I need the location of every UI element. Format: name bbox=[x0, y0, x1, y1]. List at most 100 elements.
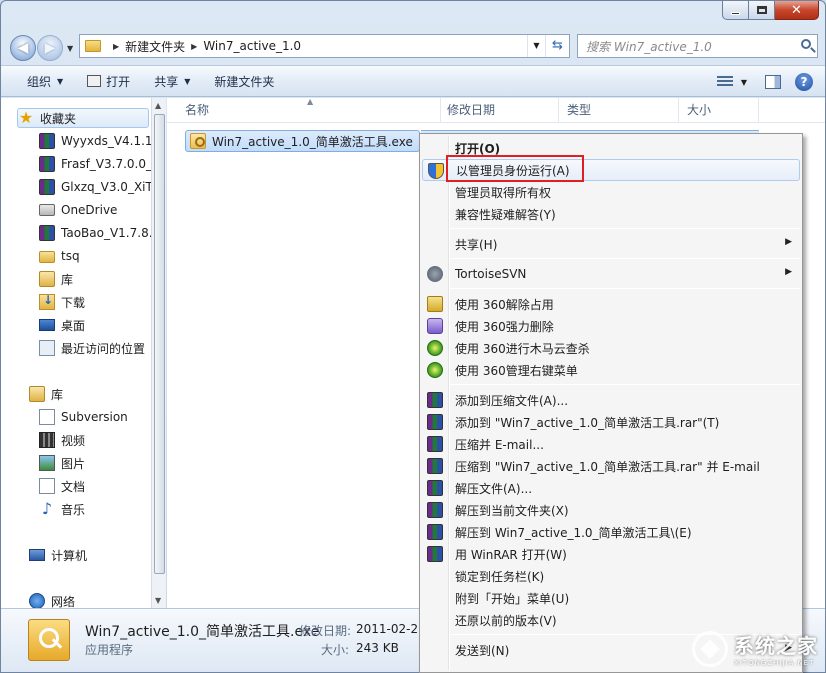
breadcrumb-current[interactable]: Win7_active_1.0 bbox=[203, 39, 301, 53]
menu-compress-rar-email[interactable]: 压缩到 "Win7_active_1.0_简单激活工具.rar" 并 E-mai… bbox=[422, 455, 800, 477]
column-type[interactable]: 类型 bbox=[559, 98, 679, 123]
nav-item-recent[interactable]: 最近访问的位置 bbox=[39, 338, 145, 358]
menu-open-winrar[interactable]: 用 WinRAR 打开(W) bbox=[422, 543, 800, 565]
menu-take-ownership[interactable]: 管理员取得所有权 bbox=[422, 181, 800, 203]
menu-extract-to[interactable]: 解压到 Win7_active_1.0_简单激活工具\(E) bbox=[422, 521, 800, 543]
organize-button[interactable]: 组织 ▼ bbox=[15, 69, 75, 93]
star-icon: ★ bbox=[18, 108, 34, 127]
nav-item-taobao[interactable]: TaoBao_V1.7.8. bbox=[39, 223, 151, 243]
share-button[interactable]: 共享 ▼ bbox=[142, 69, 202, 93]
chevron-down-icon: ▼ bbox=[57, 76, 64, 86]
menu-360-delete[interactable]: 使用 360强力删除 bbox=[422, 315, 800, 337]
breadcrumb-separator-icon[interactable]: ▶ bbox=[113, 42, 119, 51]
scroll-up-icon[interactable]: ▲ bbox=[155, 101, 161, 110]
nav-label: 网络 bbox=[51, 594, 76, 609]
menu-add-archive[interactable]: 添加到压缩文件(A)... bbox=[422, 389, 800, 411]
refresh-button[interactable]: ⇆ bbox=[545, 35, 569, 57]
view-options-icon[interactable] bbox=[716, 76, 733, 88]
library-icon bbox=[39, 271, 55, 287]
watermark: 系统之家 XITONGZHIJIA.NET bbox=[692, 630, 818, 667]
menu-compress-email[interactable]: 压缩并 E-mail... bbox=[422, 433, 800, 455]
address-dropdown-icon[interactable]: ▼ bbox=[527, 35, 545, 57]
menu-pin-taskbar[interactable]: 锁定到任务栏(K) bbox=[422, 565, 800, 587]
nav-item-pictures[interactable]: 图片 bbox=[39, 453, 85, 473]
menu-troubleshoot[interactable]: 兼容性疑难解答(Y) bbox=[422, 203, 800, 225]
nav-item-downloads[interactable]: 下载 bbox=[39, 292, 85, 312]
nav-item-glxzq[interactable]: Glxzq_V3.0_XiTo bbox=[39, 177, 151, 197]
recent-pages-dropdown[interactable]: ▼ bbox=[67, 44, 73, 53]
open-button[interactable]: 打开 bbox=[75, 69, 142, 93]
nav-computer[interactable]: 计算机 bbox=[29, 545, 87, 565]
close-button[interactable]: ✕ bbox=[775, 1, 819, 20]
nav-item-library[interactable]: 库 bbox=[39, 269, 73, 289]
nav-item-onedrive[interactable]: OneDrive bbox=[39, 200, 117, 220]
menu-restore-versions[interactable]: 还原以前的版本(V) bbox=[422, 609, 800, 631]
caption-buttons: ✕ bbox=[722, 1, 819, 20]
nav-item-music[interactable]: ♪ 音乐 bbox=[39, 499, 85, 519]
menu-tortoisesvn[interactable]: TortoiseSVN ▶ bbox=[422, 263, 800, 285]
search-input[interactable]: 搜索 Win7_active_1.0 bbox=[577, 34, 818, 58]
nav-item-desktop[interactable]: 桌面 bbox=[39, 315, 85, 335]
view-dropdown-icon[interactable]: ▼ bbox=[741, 78, 747, 87]
menu-extract[interactable]: 解压文件(A)... bbox=[422, 477, 800, 499]
maximize-button[interactable] bbox=[749, 1, 775, 20]
menu-label: 解压文件(A)... bbox=[455, 481, 533, 496]
menu-open[interactable]: 打开(O) bbox=[422, 137, 800, 159]
search-icon[interactable] bbox=[801, 39, 811, 49]
menu-add-rar[interactable]: 添加到 "Win7_active_1.0_简单激活工具.rar"(T) bbox=[422, 411, 800, 433]
preview-pane-icon[interactable] bbox=[765, 75, 781, 89]
details-modified-label: 修改日期: bbox=[299, 624, 352, 638]
menu-label: 共享(H) bbox=[455, 237, 498, 252]
breadcrumb-separator-icon[interactable]: ▶ bbox=[191, 42, 197, 51]
folder-icon bbox=[39, 251, 55, 263]
menu-label: 解压到当前文件夹(X) bbox=[455, 503, 569, 518]
forward-button[interactable]: ▶ bbox=[37, 35, 63, 61]
nav-label: 图片 bbox=[61, 456, 86, 471]
nav-item-videos[interactable]: 视频 bbox=[39, 430, 85, 450]
menu-pin-start[interactable]: 附到「开始」菜单(U) bbox=[422, 587, 800, 609]
breadcrumb-new-folder[interactable]: 新建文件夹 bbox=[125, 38, 185, 55]
menu-label: 使用 360强力删除 bbox=[455, 319, 554, 334]
new-folder-button[interactable]: 新建文件夹 bbox=[202, 69, 286, 93]
column-size[interactable]: 大小 bbox=[679, 98, 759, 123]
winrar-icon bbox=[39, 179, 55, 195]
context-menu: 打开(O) 以管理员身份运行(A) 管理员取得所有权 兼容性疑难解答(Y) 共享… bbox=[419, 133, 803, 673]
nav-item-tsq[interactable]: tsq bbox=[39, 246, 80, 266]
menu-label: 附到「开始」菜单(U) bbox=[455, 591, 570, 606]
nav-item-documents[interactable]: 文档 bbox=[39, 476, 85, 496]
nav-item-subversion[interactable]: Subversion bbox=[39, 407, 128, 427]
file-row[interactable]: Win7_active_1.0_简单激活工具.exe bbox=[185, 130, 759, 154]
help-icon[interactable]: ? bbox=[795, 73, 813, 91]
nav-network[interactable]: 网络 bbox=[29, 591, 75, 608]
minimize-icon bbox=[731, 11, 740, 15]
nav-label: 视频 bbox=[61, 433, 86, 448]
nav-scrollbar[interactable]: ▲ ▼ bbox=[151, 98, 166, 608]
menu-360-scan[interactable]: 使用 360进行木马云查杀 bbox=[422, 337, 800, 359]
forward-arrow-icon: ▶ bbox=[44, 40, 56, 56]
navigation-pane: ★ 收藏夹 Wyyxds_V4.1.1.1 Frasf_V3.7.0.0_X Gl… bbox=[1, 98, 151, 608]
address-bar[interactable]: ▶ 新建文件夹 ▶ Win7_active_1.0 ▼ ⇆ bbox=[79, 34, 570, 58]
scroll-thumb[interactable] bbox=[154, 114, 165, 574]
menu-extract-here[interactable]: 解压到当前文件夹(X) bbox=[422, 499, 800, 521]
breadcrumb: ▶ 新建文件夹 ▶ Win7_active_1.0 bbox=[107, 38, 301, 55]
menu-label: 兼容性疑难解答(Y) bbox=[455, 207, 556, 222]
back-arrow-icon: ◀ bbox=[17, 40, 29, 56]
video-icon bbox=[39, 432, 55, 448]
menu-360-unlock[interactable]: 使用 360解除占用 bbox=[422, 293, 800, 315]
winrar-icon bbox=[39, 133, 55, 149]
nav-favorites[interactable]: ★ 收藏夹 bbox=[17, 108, 149, 128]
details-file-name: Win7_active_1.0_简单激活工具.exe bbox=[85, 624, 320, 640]
watermark-subtext: XITONGZHIJIA.NET bbox=[734, 659, 815, 667]
nav-item-wyyxds[interactable]: Wyyxds_V4.1.1.1 bbox=[39, 131, 151, 151]
scroll-down-icon[interactable]: ▼ bbox=[155, 596, 161, 605]
nav-libraries[interactable]: 库 bbox=[29, 384, 63, 404]
menu-360-manage[interactable]: 使用 360管理右键菜单 bbox=[422, 359, 800, 381]
menu-run-as-admin[interactable]: 以管理员身份运行(A) bbox=[422, 159, 800, 181]
column-modified[interactable]: 修改日期 bbox=[439, 98, 559, 123]
share-label: 共享 bbox=[154, 74, 179, 89]
column-name[interactable]: 名称 bbox=[177, 98, 441, 123]
back-button[interactable]: ◀ bbox=[10, 35, 36, 61]
menu-share[interactable]: 共享(H) ▶ bbox=[422, 233, 800, 255]
nav-item-frasf[interactable]: Frasf_V3.7.0.0_X bbox=[39, 154, 151, 174]
minimize-button[interactable] bbox=[722, 1, 749, 20]
